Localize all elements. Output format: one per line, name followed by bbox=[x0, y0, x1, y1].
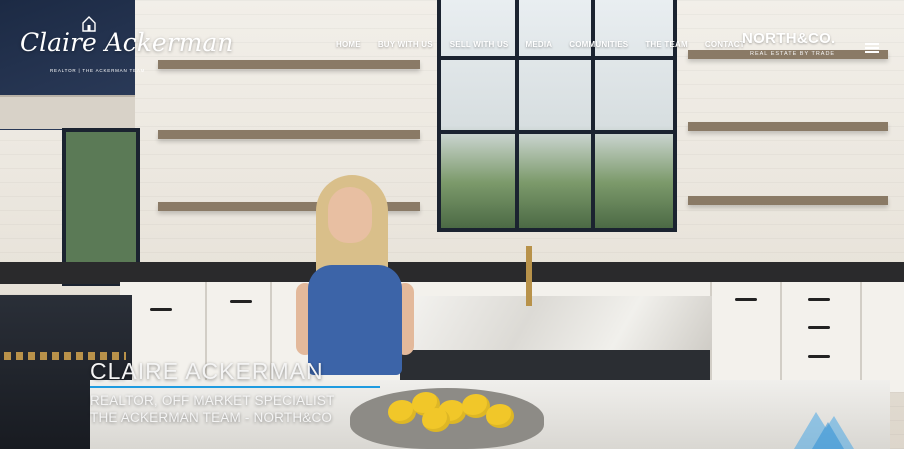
shelf bbox=[688, 196, 888, 205]
logo-subtitle: REALTOR | THE ACKERMAN TEAM bbox=[50, 68, 146, 73]
brand-name: NORTH&CO. bbox=[742, 30, 836, 47]
nav-item-communities[interactable]: COMMUNITIES bbox=[569, 40, 628, 49]
nav-item-contact[interactable]: CONTACT bbox=[705, 40, 745, 49]
accent-rule bbox=[90, 386, 380, 388]
island-countertop bbox=[406, 296, 712, 350]
site-logo[interactable]: Claire Ackerman REALTOR | THE ACKERMAN T… bbox=[20, 14, 233, 84]
kitchen-window bbox=[437, 0, 677, 232]
presenter-name: CLAIRE ACKERMAN bbox=[90, 358, 324, 384]
shelf bbox=[688, 122, 888, 131]
nav-item-media[interactable]: MEDIA bbox=[525, 40, 552, 49]
logo-script-text: Claire Ackerman bbox=[20, 28, 234, 57]
hamburger-menu-icon[interactable] bbox=[865, 43, 879, 53]
north-co-logo[interactable]: NORTH&CO. REAL ESTATE BY TRADE bbox=[742, 30, 852, 57]
presenter-team: THE ACKERMAN TEAM - NORTH&CO bbox=[90, 410, 333, 425]
video-lower-third: CLAIRE ACKERMAN REALTOR, OFF MARKET SPEC… bbox=[90, 358, 390, 426]
nav-item-the-team[interactable]: THE TEAM bbox=[645, 40, 688, 49]
nav-item-sell-with-us[interactable]: SELL WITH US bbox=[450, 40, 509, 49]
nav-item-buy-with-us[interactable]: BUY WITH US bbox=[378, 40, 433, 49]
presenter bbox=[296, 175, 414, 375]
shelf bbox=[158, 60, 420, 69]
presenter-title: REALTOR, OFF MARKET SPECIALIST bbox=[90, 393, 335, 408]
nav-item-home[interactable]: HOME bbox=[336, 40, 361, 49]
brand-tagline: REAL ESTATE BY TRADE bbox=[750, 51, 836, 57]
faucet bbox=[526, 246, 532, 306]
brand-watermark-icon bbox=[794, 412, 854, 449]
main-nav: HOME BUY WITH US SELL WITH US MEDIA COMM… bbox=[336, 40, 745, 49]
range-hood-trim bbox=[0, 95, 135, 129]
shelf bbox=[158, 130, 420, 139]
back-countertop bbox=[0, 262, 904, 284]
